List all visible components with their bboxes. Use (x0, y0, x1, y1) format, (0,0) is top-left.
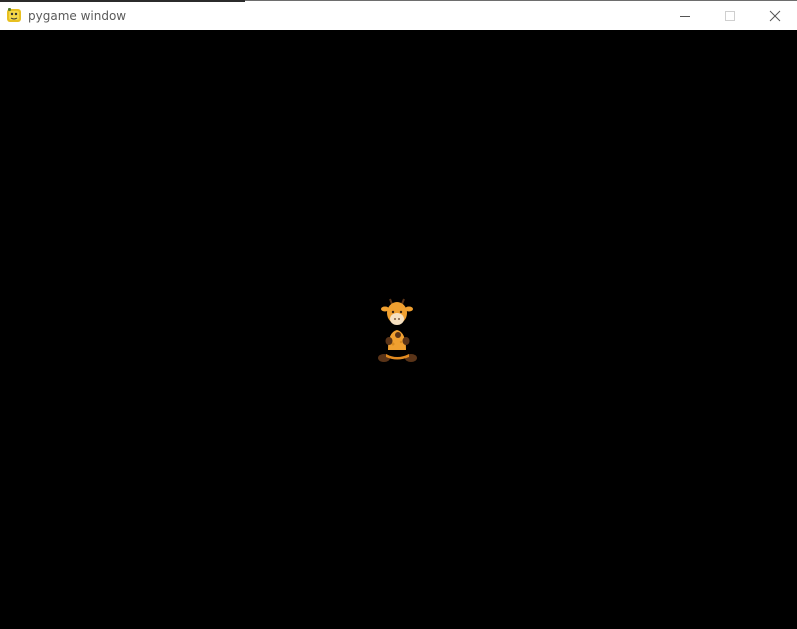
pygame-snake-icon (7, 8, 21, 22)
title-bar-accent (0, 0, 245, 2)
maximize-icon (724, 10, 735, 21)
title-bar[interactable]: pygame window (0, 0, 797, 30)
minimize-icon (679, 15, 690, 17)
game-canvas[interactable] (0, 30, 797, 629)
maximize-button[interactable] (707, 1, 752, 30)
close-button[interactable] (752, 1, 797, 30)
minimize-button[interactable] (662, 1, 707, 30)
close-icon (769, 10, 780, 21)
giraffe-sprite (378, 298, 417, 362)
window-title: pygame window (28, 9, 127, 23)
pygame-window: pygame window (0, 0, 797, 629)
